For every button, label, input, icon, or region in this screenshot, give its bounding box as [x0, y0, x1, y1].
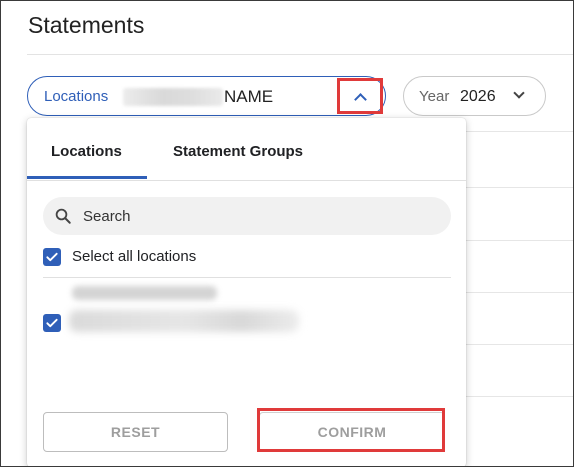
confirm-button[interactable]: CONFIRM [259, 412, 445, 452]
locations-filter[interactable]: Locations NAME [27, 76, 386, 116]
checkmark-icon [46, 318, 58, 328]
location-item-checkbox[interactable] [43, 314, 61, 332]
checkmark-icon [46, 252, 58, 262]
select-all-label: Select all locations [72, 248, 197, 265]
tabs-divider [27, 180, 466, 181]
redacted-location-name [123, 88, 223, 106]
redacted-location-line [72, 286, 217, 300]
list-divider [43, 277, 451, 278]
active-tab-indicator [27, 176, 147, 179]
year-filter-label: Year [419, 88, 450, 105]
title-divider [27, 54, 573, 55]
table-row-divider [466, 344, 573, 345]
locations-filter-value: NAME [224, 87, 274, 106]
chevron-down-icon [513, 87, 525, 99]
search-input[interactable] [83, 197, 443, 235]
search-icon [55, 208, 71, 224]
tab-statement-groups[interactable]: Statement Groups [173, 143, 303, 160]
table-row-divider [466, 292, 573, 293]
chevron-up-icon [353, 92, 367, 106]
locations-filter-label: Locations [44, 88, 109, 105]
locations-dropdown-panel: Locations Statement Groups Select all lo… [27, 118, 466, 467]
year-filter[interactable]: Year 2026 [403, 76, 546, 116]
tab-locations[interactable]: Locations [51, 143, 122, 160]
table-row-divider [466, 240, 573, 241]
search-field[interactable] [43, 197, 451, 235]
locations-collapse-button[interactable] [337, 78, 383, 114]
select-all-checkbox[interactable] [43, 248, 61, 266]
redacted-location-line [69, 310, 299, 332]
table-row-divider [466, 396, 573, 397]
page-title: Statements [28, 12, 145, 38]
year-filter-value: 2026 [460, 88, 496, 105]
reset-button[interactable]: RESET [43, 412, 228, 452]
table-row-divider [466, 131, 573, 132]
table-row-divider [466, 187, 573, 188]
